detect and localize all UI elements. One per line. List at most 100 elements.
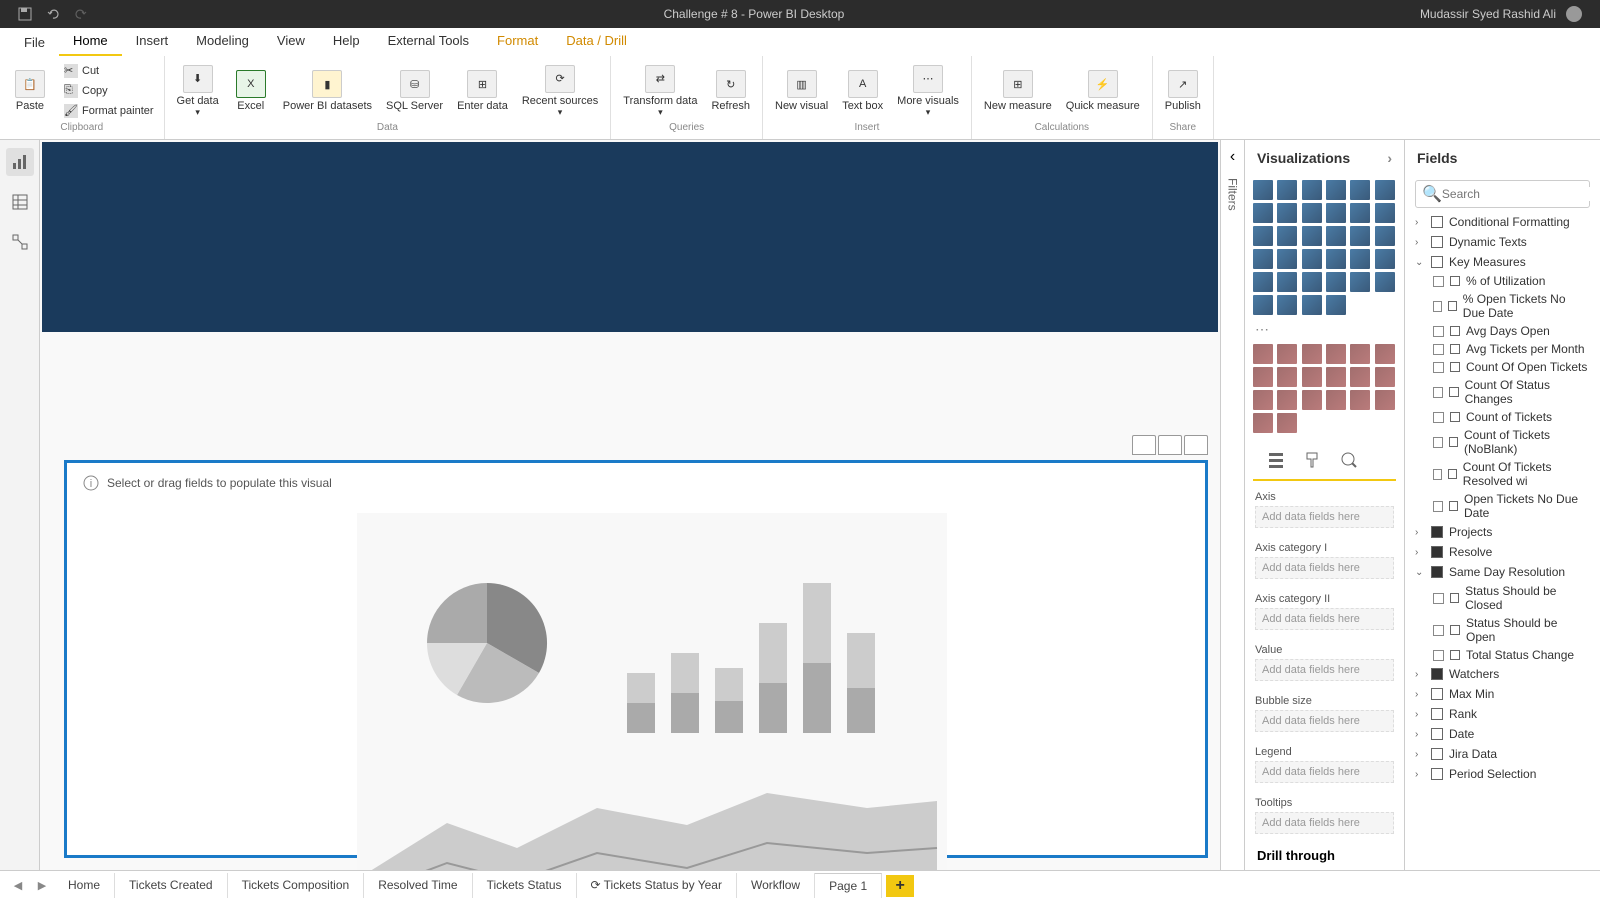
collapse-viz-icon[interactable]: › bbox=[1387, 150, 1392, 166]
well-drop-value[interactable]: Add data fields here bbox=[1255, 659, 1394, 681]
fields-search[interactable]: 🔍 bbox=[1415, 180, 1590, 208]
report-canvas[interactable]: i Select or drag fields to populate this… bbox=[40, 140, 1220, 870]
viz-type-27[interactable] bbox=[1326, 272, 1346, 292]
new-visual-button[interactable]: ▥New visual bbox=[771, 68, 832, 114]
visual-header-controls[interactable] bbox=[1130, 435, 1208, 455]
viz-type-13[interactable] bbox=[1277, 226, 1297, 246]
redo-icon[interactable] bbox=[74, 7, 88, 21]
measure-count-of-tickets[interactable]: Count of Tickets bbox=[1405, 408, 1600, 426]
table-period-selection[interactable]: ›Period Selection bbox=[1405, 764, 1600, 784]
add-page-button[interactable]: + bbox=[886, 875, 914, 897]
measure-status-should-be-closed[interactable]: Status Should be Closed bbox=[1405, 582, 1600, 614]
viz-type-0[interactable] bbox=[1253, 180, 1273, 200]
measure--open-tickets-no-due-date[interactable]: % Open Tickets No Due Date bbox=[1405, 290, 1600, 322]
menu-format[interactable]: Format bbox=[483, 27, 552, 56]
viz-custom-18[interactable] bbox=[1253, 413, 1273, 433]
measure-total-status-change[interactable]: Total Status Change bbox=[1405, 646, 1600, 664]
viz-custom-13[interactable] bbox=[1277, 390, 1297, 410]
expand-filters-icon[interactable]: ‹ bbox=[1230, 148, 1235, 166]
analytics-tab[interactable] bbox=[1337, 449, 1359, 471]
viz-type-16[interactable] bbox=[1350, 226, 1370, 246]
pagetab-tickets-created[interactable]: Tickets Created bbox=[115, 873, 228, 898]
viz-custom-19[interactable] bbox=[1277, 413, 1297, 433]
save-icon[interactable] bbox=[18, 7, 32, 21]
viz-type-14[interactable] bbox=[1302, 226, 1322, 246]
textbox-button[interactable]: AText box bbox=[838, 68, 887, 114]
viz-custom-4[interactable] bbox=[1350, 344, 1370, 364]
table-dynamic-texts[interactable]: ›Dynamic Texts bbox=[1405, 232, 1600, 252]
viz-custom-11[interactable] bbox=[1375, 367, 1395, 387]
format-tab[interactable] bbox=[1301, 449, 1323, 471]
table-key-measures[interactable]: ⌄Key Measures bbox=[1405, 252, 1600, 272]
sql-button[interactable]: ⛁SQL Server bbox=[382, 68, 447, 114]
viz-custom-6[interactable] bbox=[1253, 367, 1273, 387]
measure-count-of-tickets-noblank-[interactable]: Count of Tickets (NoBlank) bbox=[1405, 426, 1600, 458]
viz-type-7[interactable] bbox=[1277, 203, 1297, 223]
viz-custom-0[interactable] bbox=[1253, 344, 1273, 364]
pagetab-tickets-composition[interactable]: Tickets Composition bbox=[228, 873, 365, 898]
menu-view[interactable]: View bbox=[263, 27, 319, 56]
pagetab-page-[interactable]: Page 1 bbox=[815, 873, 882, 898]
viz-type-28[interactable] bbox=[1350, 272, 1370, 292]
report-view-button[interactable] bbox=[6, 148, 34, 176]
table-same-day-resolution[interactable]: ⌄Same Day Resolution bbox=[1405, 562, 1600, 582]
viz-custom-1[interactable] bbox=[1277, 344, 1297, 364]
viz-type-23[interactable] bbox=[1375, 249, 1395, 269]
pagetab-home[interactable]: Home bbox=[54, 873, 115, 898]
well-drop-axis-category-i[interactable]: Add data fields here bbox=[1255, 557, 1394, 579]
viz-type-19[interactable] bbox=[1277, 249, 1297, 269]
table-watchers[interactable]: ›Watchers bbox=[1405, 664, 1600, 684]
data-view-button[interactable] bbox=[6, 188, 34, 216]
transform-data-button[interactable]: ⇄Transform data▾ bbox=[619, 63, 701, 120]
viz-type-12[interactable] bbox=[1253, 226, 1273, 246]
model-view-button[interactable] bbox=[6, 228, 34, 256]
undo-icon[interactable] bbox=[46, 7, 60, 21]
viz-custom-14[interactable] bbox=[1302, 390, 1322, 410]
viz-custom-15[interactable] bbox=[1326, 390, 1346, 410]
menu-modeling[interactable]: Modeling bbox=[182, 27, 263, 56]
viz-custom-2[interactable] bbox=[1302, 344, 1322, 364]
pagetab-tickets-status[interactable]: Tickets Status bbox=[473, 873, 577, 898]
page-prev-button[interactable]: ◀ bbox=[6, 879, 30, 892]
paste-button[interactable]: 📋Paste bbox=[8, 68, 52, 114]
measure-avg-tickets-per-month[interactable]: Avg Tickets per Month bbox=[1405, 340, 1600, 358]
pagetab-workflow[interactable]: Workflow bbox=[737, 873, 815, 898]
viz-type-8[interactable] bbox=[1302, 203, 1322, 223]
table-resolve[interactable]: ›Resolve bbox=[1405, 542, 1600, 562]
viz-type-26[interactable] bbox=[1302, 272, 1322, 292]
refresh-button[interactable]: ↻Refresh bbox=[707, 68, 754, 114]
quick-measure-button[interactable]: ⚡Quick measure bbox=[1062, 68, 1144, 114]
viz-type-32[interactable] bbox=[1302, 295, 1322, 315]
measure-open-tickets-no-due-date[interactable]: Open Tickets No Due Date bbox=[1405, 490, 1600, 522]
measure-status-should-be-open[interactable]: Status Should be Open bbox=[1405, 614, 1600, 646]
viz-custom-10[interactable] bbox=[1350, 367, 1370, 387]
pbi-datasets-button[interactable]: ▮Power BI datasets bbox=[279, 68, 376, 114]
viz-type-21[interactable] bbox=[1326, 249, 1346, 269]
viz-custom-5[interactable] bbox=[1375, 344, 1395, 364]
well-drop-tooltips[interactable]: Add data fields here bbox=[1255, 812, 1394, 834]
menu-insert[interactable]: Insert bbox=[122, 27, 183, 56]
recent-sources-button[interactable]: ⟳Recent sources▾ bbox=[518, 63, 602, 120]
viz-type-11[interactable] bbox=[1375, 203, 1395, 223]
measure-count-of-open-tickets[interactable]: Count Of Open Tickets bbox=[1405, 358, 1600, 376]
publish-button[interactable]: ↗Publish bbox=[1161, 68, 1205, 114]
viz-type-10[interactable] bbox=[1350, 203, 1370, 223]
viz-type-25[interactable] bbox=[1277, 272, 1297, 292]
get-data-button[interactable]: ⬇Get data▾ bbox=[173, 63, 223, 120]
table-projects[interactable]: ›Projects bbox=[1405, 522, 1600, 542]
table-date[interactable]: ›Date bbox=[1405, 724, 1600, 744]
viz-type-29[interactable] bbox=[1375, 272, 1395, 292]
menu-data-drill[interactable]: Data / Drill bbox=[552, 27, 641, 56]
menu-help[interactable]: Help bbox=[319, 27, 374, 56]
viz-type-1[interactable] bbox=[1277, 180, 1297, 200]
page-next-button[interactable]: ▶ bbox=[30, 879, 54, 892]
viz-type-20[interactable] bbox=[1302, 249, 1322, 269]
viz-type-18[interactable] bbox=[1253, 249, 1273, 269]
viz-type-22[interactable] bbox=[1350, 249, 1370, 269]
viz-custom-7[interactable] bbox=[1277, 367, 1297, 387]
viz-type-3[interactable] bbox=[1326, 180, 1346, 200]
well-drop-legend[interactable]: Add data fields here bbox=[1255, 761, 1394, 783]
viz-custom-17[interactable] bbox=[1375, 390, 1395, 410]
copy-button[interactable]: ⎘Copy bbox=[62, 82, 156, 100]
measure--of-utilization[interactable]: % of Utilization bbox=[1405, 272, 1600, 290]
